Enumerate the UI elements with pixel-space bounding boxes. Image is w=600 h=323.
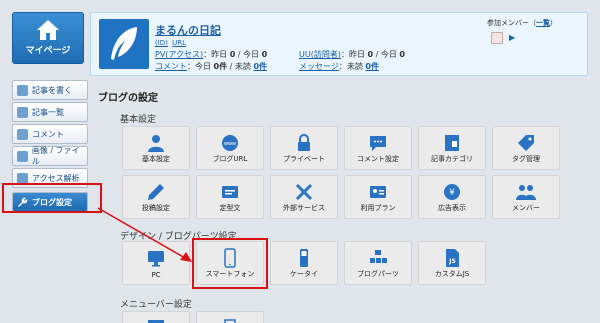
annotation-arrow-icon: [97, 207, 192, 262]
